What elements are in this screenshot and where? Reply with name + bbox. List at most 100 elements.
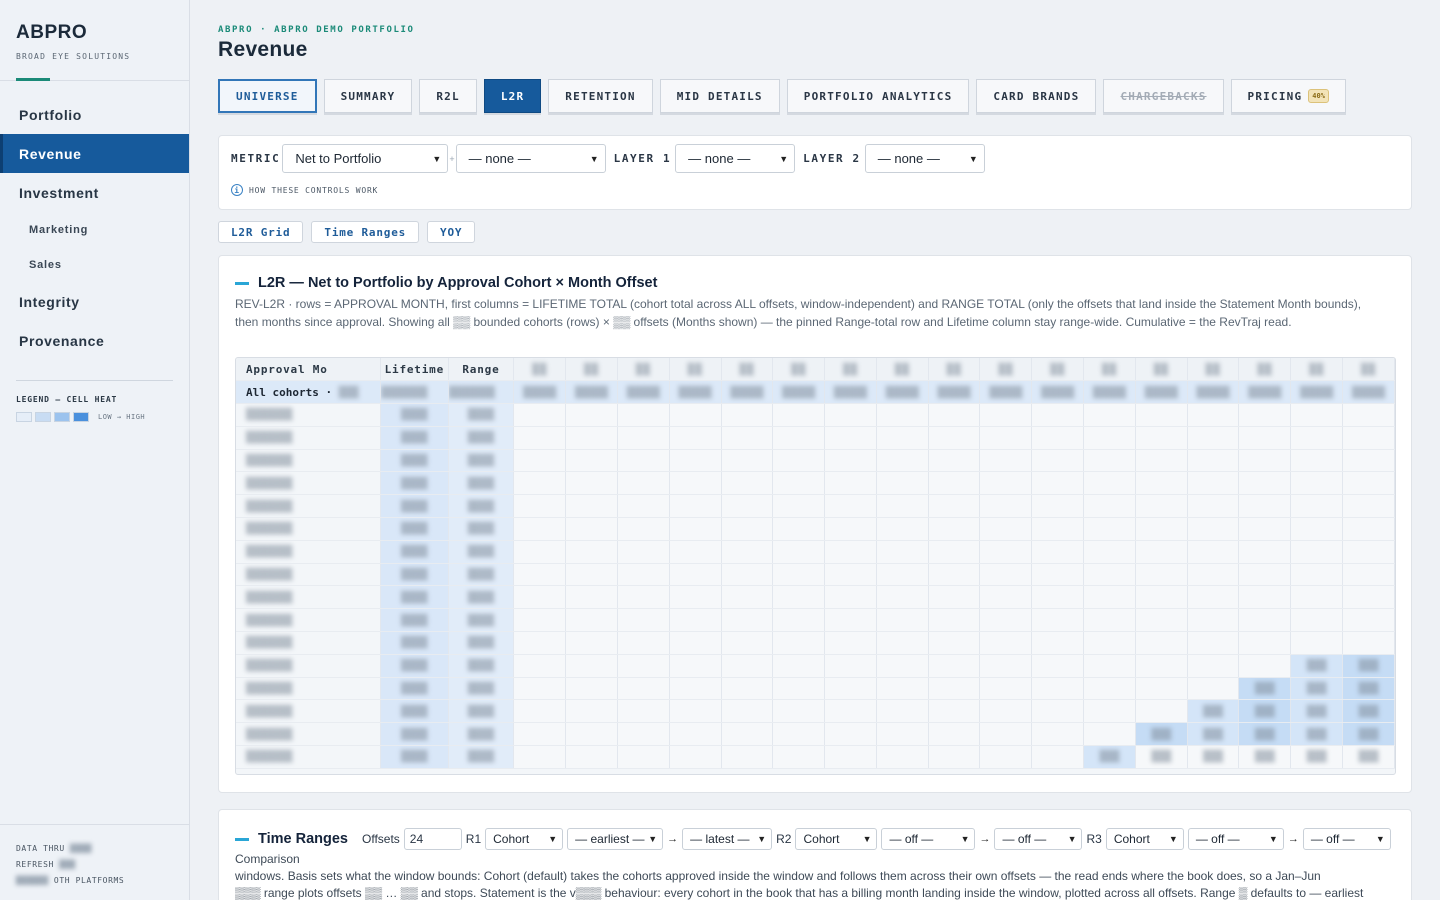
col-lifetime[interactable]: Lifetime: [380, 358, 449, 382]
offsets-input[interactable]: 24: [403, 828, 462, 850]
tab-summary[interactable]: SUMMARY: [323, 79, 413, 113]
r3-basis-select[interactable]: Cohort ▼: [1105, 828, 1184, 850]
controls-help-link[interactable]: i HOW THESE CONTROLS WORK: [231, 184, 378, 196]
cohort-month-label: ▒▒▒▒▒▒▒: [236, 540, 382, 564]
r3-end-select[interactable]: — off — ▼: [1302, 828, 1391, 850]
l2r-title-row: L2R — Net to Portfolio by Approval Cohor…: [235, 275, 657, 291]
col-offset[interactable]: ▒▒: [669, 358, 722, 382]
col-offset[interactable]: ▒▒: [979, 358, 1033, 382]
all-offset-cell: ▒▒▒▒▒: [1031, 380, 1085, 405]
all-cohorts-label: All cohorts · ▒▒▒: [236, 380, 382, 405]
tab-r2l[interactable]: R2L: [419, 79, 477, 113]
l2r-header-row: Approval Mo Lifetime Range ▒▒ ▒▒ ▒▒ ▒▒ ▒▒ ▒▒ ▒…: [236, 358, 1395, 382]
offset-cell: [565, 494, 618, 519]
offset-cell: [1290, 631, 1344, 655]
metric-select[interactable]: Net to Portfolio ▼: [282, 144, 449, 173]
col-offset[interactable]: ▒▒: [1031, 358, 1085, 382]
subtab-yoy[interactable]: YOY: [427, 221, 476, 243]
cohort-month-label: ▒▒▒▒▒▒▒: [236, 563, 382, 587]
offset-cell: [1187, 585, 1240, 610]
legend-swatch: [73, 412, 89, 422]
tab-universe[interactable]: UNIVERSE: [218, 79, 317, 113]
r1-start-select[interactable]: — earliest — ▼: [567, 828, 664, 850]
tab-card-brands[interactable]: CARD BRANDS: [976, 79, 1097, 113]
layer2-select[interactable]: — none — ▼: [864, 144, 985, 173]
offset-cell: [669, 403, 722, 427]
offset-cell: [513, 403, 567, 427]
col-offset[interactable]: ▒▒: [928, 358, 981, 382]
brand-logo[interactable]: ABPRO: [16, 22, 173, 44]
tab-bar: UNIVERSE SUMMARY R2L L2R RETENTION MID D…: [218, 79, 1346, 113]
col-offset[interactable]: ▒▒: [824, 358, 877, 382]
r2-basis-select[interactable]: Cohort ▼: [795, 828, 878, 850]
offset-cell: [1342, 403, 1395, 427]
offset-cell: [928, 585, 981, 610]
offset-cell: [1135, 585, 1188, 610]
chevron-down-icon: ▼: [1375, 834, 1385, 844]
sidebar-item-portfolio[interactable]: Portfolio: [0, 95, 189, 134]
col-range[interactable]: Range: [448, 358, 515, 382]
title-accent-icon: [235, 281, 249, 285]
offset-cell: ▒▒▒: [1187, 722, 1240, 747]
offset-cell: [1083, 540, 1136, 564]
all-offset-cell: ▒▒▒▒▒: [979, 380, 1033, 405]
offset-cell: [979, 585, 1033, 610]
offset-cell: [1083, 654, 1136, 678]
col-offset[interactable]: ▒▒: [1342, 358, 1395, 382]
tab-portfolio-analytics[interactable]: PORTFOLIO ANALYTICS: [786, 79, 970, 113]
r2-start-select[interactable]: — off — ▼: [881, 828, 976, 850]
offset-cell: [876, 631, 929, 655]
tab-mid-details[interactable]: MID DETAILS: [659, 79, 780, 113]
offset-cell: [617, 608, 670, 633]
offset-cell: [824, 517, 877, 541]
sidebar-item-marketing[interactable]: Marketing: [0, 212, 189, 247]
offset-cell: [876, 745, 929, 769]
col-offset[interactable]: ▒▒: [1135, 358, 1188, 382]
l2r-grid[interactable]: Approval Mo Lifetime Range ▒▒ ▒▒ ▒▒ ▒▒ ▒▒ ▒▒ ▒…: [235, 357, 1396, 775]
brand-subtitle: BROAD EYE SOLUTIONS: [16, 52, 131, 61]
main-content: ABPRO · ABPRO DEMO PORTFOLIO Revenue UNI…: [218, 0, 1412, 900]
offset-cell: ▒▒▒: [1238, 677, 1292, 701]
tab-l2r[interactable]: L2R: [483, 79, 542, 113]
offset-cell: ▒▒▒: [1135, 745, 1188, 769]
offset-cell: [1342, 471, 1395, 496]
layer1-select[interactable]: — none — ▼: [675, 144, 796, 173]
col-offset[interactable]: ▒▒: [1187, 358, 1240, 382]
subtab-l2r-grid[interactable]: L2R Grid: [218, 221, 304, 243]
offset-cell: ▒▒▒: [1342, 677, 1395, 701]
col-offset[interactable]: ▒▒: [1083, 358, 1136, 382]
col-offset[interactable]: ▒▒: [1290, 358, 1344, 382]
offset-cell: ▒▒▒: [1238, 699, 1292, 724]
r1-basis-select[interactable]: Cohort ▼: [485, 828, 564, 850]
col-approval-month[interactable]: Approval Mo: [236, 358, 382, 382]
l2r-card: L2R — Net to Portfolio by Approval Cohor…: [218, 255, 1412, 793]
range-cell: ▒▒▒▒: [448, 563, 515, 587]
col-offset[interactable]: ▒▒: [772, 358, 826, 382]
r1-end-select[interactable]: — latest — ▼: [682, 828, 773, 850]
r2-end-select[interactable]: — off — ▼: [994, 828, 1083, 850]
col-offset[interactable]: ▒▒: [1238, 358, 1292, 382]
r3-start-select[interactable]: — off — ▼: [1187, 828, 1284, 850]
offset-cell: [565, 608, 618, 633]
range-cell: ▒▒▒▒: [448, 585, 515, 610]
l2r-title: L2R — Net to Portfolio by Approval Cohor…: [258, 275, 658, 291]
sidebar-item-investment[interactable]: Investment: [0, 173, 189, 212]
col-offset[interactable]: ▒▒: [513, 358, 567, 382]
col-offset[interactable]: ▒▒: [617, 358, 670, 382]
sidebar-item-provenance[interactable]: Provenance: [0, 321, 189, 360]
metric2-select[interactable]: — none — ▼: [455, 144, 606, 173]
sidebar-item-revenue[interactable]: Revenue: [0, 134, 189, 173]
col-offset[interactable]: ▒▒: [721, 358, 774, 382]
subtab-time-ranges[interactable]: Time Ranges: [311, 221, 420, 243]
sidebar-item-integrity[interactable]: Integrity: [0, 282, 189, 321]
tab-pricing[interactable]: PRICING 40%: [1230, 79, 1346, 113]
tab-retention[interactable]: RETENTION: [548, 79, 653, 113]
offset-cell: [669, 540, 722, 564]
col-offset[interactable]: ▒▒: [876, 358, 929, 382]
range-cell: ▒▒▒▒: [448, 494, 515, 519]
offset-cell: [1083, 471, 1136, 496]
sidebar-item-sales[interactable]: Sales: [0, 247, 189, 282]
col-offset[interactable]: ▒▒: [565, 358, 618, 382]
offset-cell: ▒▒▒: [1238, 722, 1292, 747]
chevron-down-icon: ▼: [1168, 834, 1178, 844]
